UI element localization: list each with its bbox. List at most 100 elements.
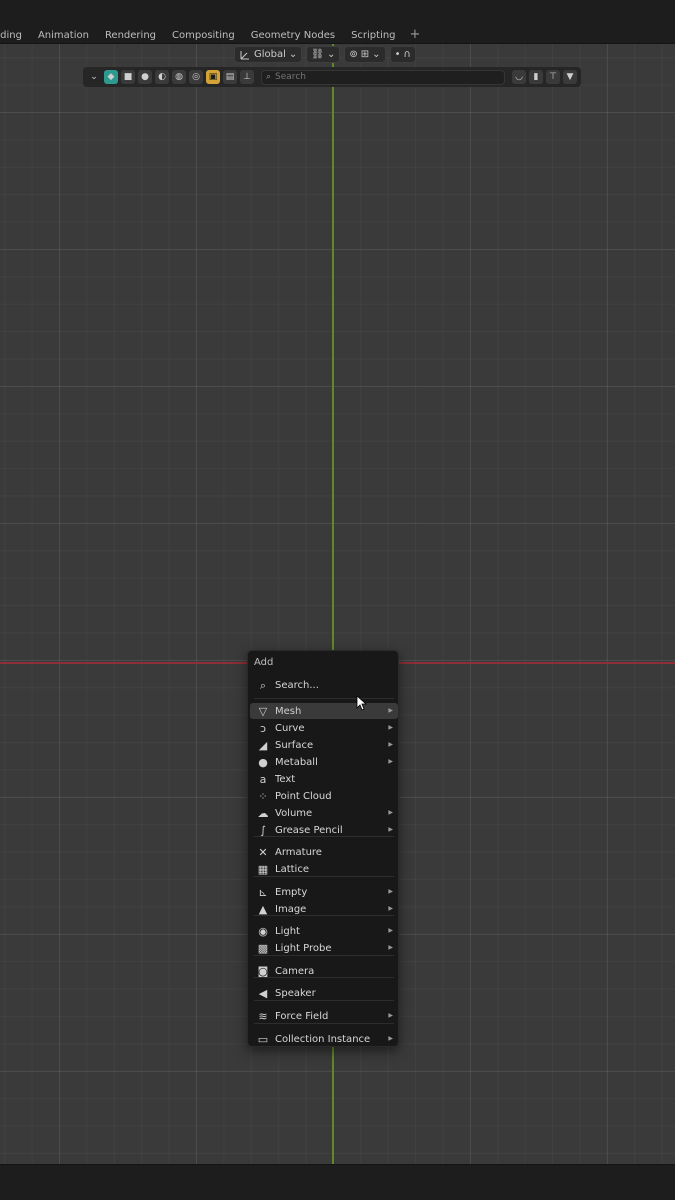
search-input[interactable] (275, 72, 500, 82)
menu-item-armature[interactable]: ✕ Armature (250, 844, 398, 860)
point-cloud-icon: ⁘ (258, 789, 268, 803)
scene-icon[interactable]: ◆ (104, 70, 118, 84)
menu-item-lattice[interactable]: ▦ Lattice (250, 861, 398, 877)
menu-search-label: Search... (275, 679, 319, 691)
add-menu: Add ⌕ Search... ▽ Mesh ▶ ↄ Curve ▶ ◢ Surface ▶ ● M… (247, 650, 399, 1047)
tab-scripting[interactable]: Scripting (343, 26, 403, 46)
tool-icon[interactable]: ⊥ (240, 70, 254, 84)
light-icon: ◉ (258, 924, 268, 938)
menu-separator (254, 1000, 394, 1001)
sphere-icon[interactable]: ● (138, 70, 152, 84)
surface-icon: ◢ (258, 738, 268, 752)
menu-item-metaball[interactable]: ● Metaball ▶ (250, 754, 398, 770)
orientation-icon (239, 48, 251, 60)
menu-search[interactable]: ⌕ Search... (253, 676, 395, 694)
submenu-arrow-icon: ▶ (388, 1012, 393, 1019)
chevron-down-icon: ⌄ (372, 48, 381, 60)
menu-item-label: Metaball (275, 756, 318, 768)
render-icon[interactable]: ▣ (206, 70, 220, 84)
image-icon: ▲ (258, 902, 268, 916)
menu-item-volume[interactable]: ☁ Volume ▶ (250, 805, 398, 821)
menu-item-light-probe[interactable]: ▩ Light Probe ▶ (250, 940, 398, 956)
submenu-arrow-icon: ▶ (388, 888, 393, 895)
menu-item-point-cloud[interactable]: ⁘ Point Cloud (250, 788, 398, 804)
view-layer-icon[interactable]: ▤ (223, 70, 237, 84)
menu-item-label: Speaker (275, 987, 316, 999)
volume-icon: ☁ (257, 806, 269, 820)
menu-item-label: Point Cloud (275, 790, 332, 802)
menu-item-label: Lattice (275, 863, 309, 875)
filter-toolbar: ⌄ ◆ ■ ● ◐ ◍ ◎ ▣ ▤ ⊥ ⌕ ◡ ▮ ⊤ ▼ (83, 67, 581, 87)
bookmark-icon[interactable]: ▮ (529, 70, 543, 84)
menu-item-mesh[interactable]: ▽ Mesh ▶ (250, 703, 398, 719)
world-icon[interactable]: ◍ (172, 70, 186, 84)
collection-instance-icon: ▭ (257, 1032, 269, 1046)
tab-animation[interactable]: Animation (30, 26, 97, 46)
snap-dropdown[interactable]: ⊚ ⊞ ⌄ (344, 45, 386, 63)
chevron-down-icon: ⌄ (288, 48, 298, 60)
menu-item-text[interactable]: a Text (250, 771, 398, 787)
falloff-icon: ∩ (403, 48, 411, 60)
filter-icon[interactable]: ▼ (563, 70, 577, 84)
proportional-edit[interactable]: • ∩ (389, 45, 416, 63)
curve-icon: ↄ (259, 721, 267, 735)
menu-separator (254, 915, 394, 916)
tab-compositing[interactable]: Compositing (164, 26, 243, 46)
menu-separator (254, 977, 394, 978)
solid-view-icon[interactable]: ■ (121, 70, 135, 84)
menu-separator (254, 955, 394, 956)
submenu-arrow-icon: ▶ (388, 944, 393, 951)
orientation-dropdown[interactable]: Global ⌄ (234, 45, 303, 63)
link-icon: ⛓ (311, 48, 324, 60)
menu-item-label: Light Probe (275, 942, 332, 954)
workspace-bar: ading Animation Rendering Compositing Ge… (0, 0, 675, 44)
menu-item-label: Surface (275, 739, 314, 751)
metaball-icon: ● (258, 755, 268, 769)
menu-separator (254, 698, 394, 699)
add-workspace-button[interactable]: + (404, 26, 427, 46)
menu-item-label: Light (275, 925, 300, 937)
pivot-dropdown[interactable]: ⛓ ⌄ (306, 45, 341, 63)
tab-geometry-nodes[interactable]: Geometry Nodes (243, 26, 343, 46)
outliner-search[interactable]: ⌕ (261, 69, 505, 85)
submenu-arrow-icon: ▶ (388, 905, 393, 912)
lattice-icon: ▦ (257, 862, 269, 876)
submenu-arrow-icon: ▶ (388, 724, 393, 731)
mouse-cursor-icon (356, 695, 368, 711)
menu-item-label: Camera (275, 965, 315, 977)
search-icon: ⌕ (266, 72, 272, 82)
menu-item-collection-instance[interactable]: ▭ Collection Instance ▶ (250, 1031, 398, 1047)
chevron-down-icon[interactable]: ⌄ (87, 70, 101, 84)
menu-item-label: Empty (275, 886, 308, 898)
filter-toggle-icon[interactable]: ◡ (512, 70, 526, 84)
chevron-down-icon: ⌄ (327, 48, 336, 60)
tab-shading[interactable]: ading (0, 26, 30, 46)
menu-separator (254, 876, 394, 877)
menu-item-label: Grease Pencil (275, 824, 343, 836)
menu-separator (254, 836, 394, 837)
submenu-arrow-icon: ▶ (388, 741, 393, 748)
submenu-arrow-icon: ▶ (388, 809, 393, 816)
menu-item-empty[interactable]: ⊾ Empty ▶ (250, 884, 398, 900)
menu-item-speaker[interactable]: ◀ Speaker (250, 985, 398, 1001)
menu-item-curve[interactable]: ↄ Curve ▶ (250, 720, 398, 736)
menu-item-label: Text (275, 773, 296, 785)
light-probe-icon: ▩ (257, 941, 269, 955)
text-icon: a (259, 772, 267, 786)
armature-icon: ✕ (258, 845, 268, 859)
status-bar (0, 1164, 675, 1200)
globe-icon[interactable]: ◎ (189, 70, 203, 84)
proportional-icon: • (394, 48, 401, 60)
menu-item-surface[interactable]: ◢ Surface ▶ (250, 737, 398, 753)
submenu-arrow-icon: ▶ (388, 826, 393, 833)
submenu-arrow-icon: ▶ (388, 758, 393, 765)
menu-item-light[interactable]: ◉ Light ▶ (250, 923, 398, 939)
tab-rendering[interactable]: Rendering (97, 26, 164, 46)
empty-icon: ⊾ (258, 885, 268, 899)
search-icon: ⌕ (259, 678, 267, 692)
menu-item-force-field[interactable]: ≋ Force Field ▶ (250, 1008, 398, 1024)
grease-pencil-icon: ∫ (260, 823, 266, 837)
material-icon[interactable]: ◐ (155, 70, 169, 84)
speaker-icon: ◀ (258, 986, 268, 1000)
hierarchy-icon[interactable]: ⊤ (546, 70, 560, 84)
